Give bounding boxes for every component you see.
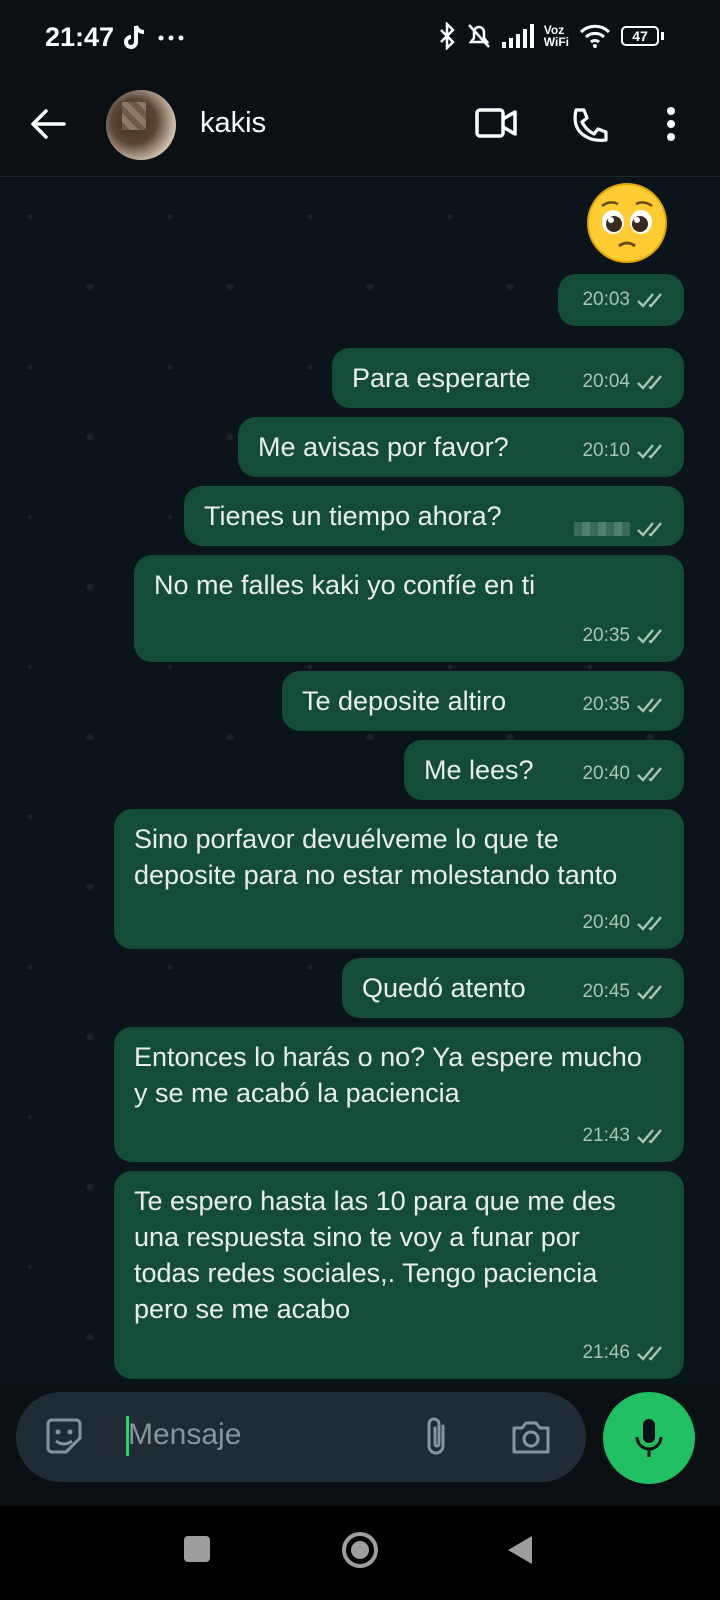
message-text: Entonces lo harás o no? Ya espere mucho …: [134, 1042, 642, 1108]
contact-name[interactable]: kakis: [200, 107, 266, 140]
tiktok-icon: [124, 25, 145, 49]
double-check-icon: [637, 698, 662, 713]
more-options-icon[interactable]: [666, 106, 676, 142]
message-bubble[interactable]: Entonces lo harás o no? Ya espere mucho …: [114, 1027, 684, 1162]
more-notifications-icon: [158, 35, 184, 41]
message-bubble[interactable]: 20:03: [558, 274, 684, 326]
double-check-icon: [637, 375, 662, 390]
double-check-icon: [637, 522, 662, 537]
home-icon[interactable]: [340, 1530, 380, 1570]
message-bubble[interactable]: Te deposite altiro 20:35: [282, 671, 684, 731]
double-check-icon: [637, 985, 662, 1000]
message-time: 20:10: [582, 440, 630, 461]
message-text: No me falles kaki yo confíe en ti: [154, 570, 536, 600]
status-bar: 21:47 Voz WiFi 47: [0, 0, 720, 80]
message-time: 20:03: [582, 289, 630, 310]
message-text: Sino porfavor devuélveme lo que te depos…: [134, 824, 618, 890]
back-nav-icon[interactable]: [506, 1534, 534, 1566]
chat-area: 20:03 Para esperarte 20:04 Me avisas por…: [0, 177, 720, 1385]
pleading-face-emoji[interactable]: [586, 182, 668, 264]
back-arrow-icon[interactable]: [30, 108, 66, 140]
message-bubble[interactable]: Me avisas por favor? 20:10: [238, 417, 684, 477]
message-input[interactable]: Mensaje: [128, 1418, 241, 1452]
battery-icon: 47: [621, 26, 659, 46]
message-bubble[interactable]: Me lees? 20:40: [404, 740, 684, 800]
double-check-icon: [637, 1129, 662, 1144]
double-check-icon: [637, 293, 662, 308]
message-bubble[interactable]: Quedó atento 20:45: [342, 958, 684, 1018]
message-time: 20:04: [582, 371, 630, 392]
double-check-icon: [637, 1346, 662, 1361]
message-time: 20:35: [582, 694, 630, 715]
double-check-icon: [637, 629, 662, 644]
microphone-icon: [635, 1419, 663, 1457]
bluetooth-icon: [439, 22, 455, 50]
message-bubble[interactable]: Sino porfavor devuélveme lo que te depos…: [114, 809, 684, 949]
double-check-icon: [637, 767, 662, 782]
phone-call-icon[interactable]: [570, 106, 610, 146]
message-time-blurred: [574, 522, 630, 536]
avatar[interactable]: [106, 90, 176, 160]
message-bubble[interactable]: Tienes un tiempo ahora?: [184, 486, 684, 546]
status-time: 21:47: [45, 22, 115, 52]
message-bubble[interactable]: Te espero hasta las 10 para que me des u…: [114, 1171, 684, 1379]
message-time: 21:43: [582, 1125, 630, 1146]
sticker-icon[interactable]: [44, 1416, 84, 1456]
double-check-icon: [637, 444, 662, 459]
message-text: Te espero hasta las 10 para que me des u…: [134, 1186, 616, 1324]
recents-icon[interactable]: [182, 1534, 212, 1564]
wifi-icon: [579, 24, 611, 48]
double-check-icon: [637, 916, 662, 931]
message-time: 20:40: [582, 912, 630, 933]
message-time: 20:45: [582, 981, 630, 1002]
message-bubble[interactable]: Para esperarte 20:04: [332, 348, 684, 408]
attach-icon[interactable]: [421, 1414, 451, 1460]
system-nav-bar: [0, 1506, 720, 1600]
message-time: 21:46: [582, 1342, 630, 1363]
voice-message-button[interactable]: [603, 1392, 695, 1484]
message-bubble[interactable]: No me falles kaki yo confíe en ti 20:35: [134, 555, 684, 662]
chat-header: kakis: [0, 80, 720, 177]
message-composer[interactable]: Mensaje: [16, 1392, 586, 1482]
signal-icon: [501, 24, 534, 48]
message-time: 20:35: [582, 625, 630, 646]
message-time: 20:40: [582, 763, 630, 784]
camera-icon[interactable]: [510, 1418, 552, 1456]
video-call-icon[interactable]: [475, 106, 517, 140]
volte-label: Voz WiFi: [543, 23, 569, 49]
mute-bell-icon: [467, 24, 490, 48]
